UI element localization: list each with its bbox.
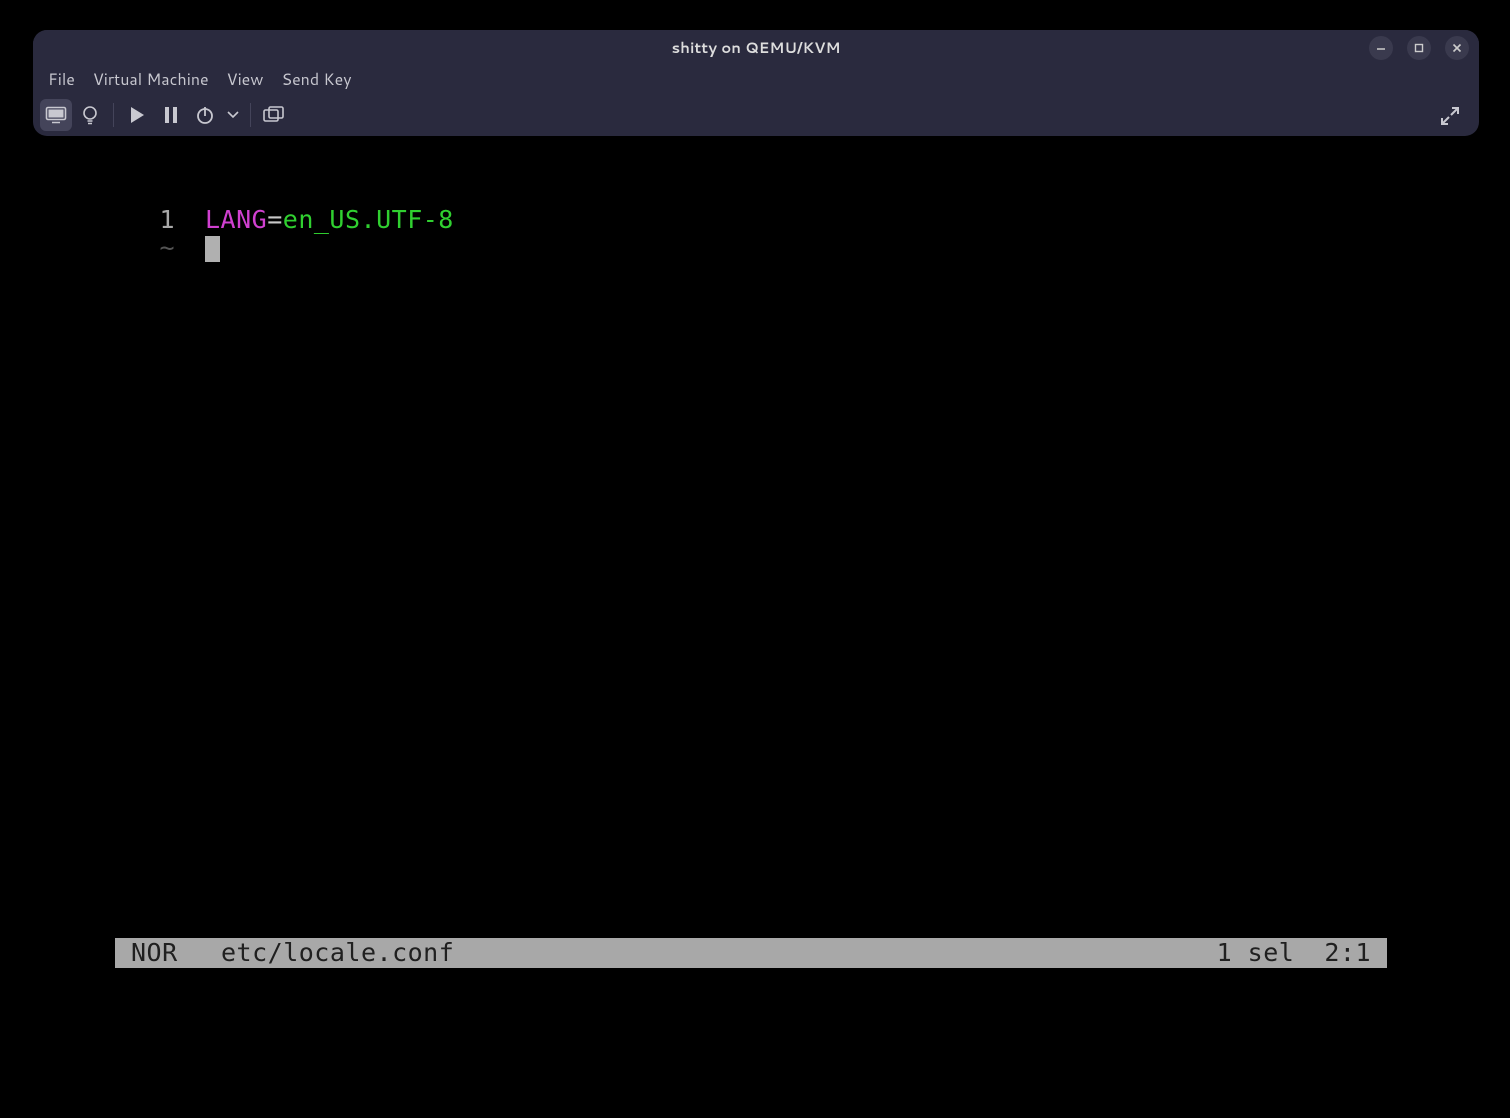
syntax-key: LANG bbox=[205, 205, 267, 234]
syntax-value: en_US.UTF-8 bbox=[283, 205, 454, 234]
status-position: 2:1 bbox=[1324, 938, 1371, 968]
toolbar-separator bbox=[250, 103, 251, 127]
chevron-down-icon bbox=[227, 111, 239, 119]
power-icon bbox=[195, 105, 215, 125]
close-button[interactable] bbox=[1445, 36, 1469, 60]
editor-empty-line: ~ bbox=[115, 234, 1387, 262]
menu-virtual-machine[interactable]: Virtual Machine bbox=[84, 64, 218, 95]
lightbulb-icon bbox=[81, 105, 99, 125]
editor-line: 1LANG=en_US.UTF-8 bbox=[115, 206, 1387, 234]
menubar: File Virtual Machine View Send Key bbox=[33, 64, 1479, 94]
cursor bbox=[205, 236, 220, 262]
monitor-icon bbox=[45, 106, 67, 124]
shutdown-menu-button[interactable] bbox=[223, 99, 243, 131]
menu-send-key[interactable]: Send Key bbox=[272, 64, 360, 95]
vm-window: shitty on QEMU/KVM File Virtual Machine … bbox=[33, 30, 1479, 136]
run-button[interactable] bbox=[121, 99, 153, 131]
pause-icon bbox=[164, 106, 178, 124]
line-number: 1 bbox=[115, 206, 205, 234]
window-controls bbox=[1369, 36, 1469, 60]
details-button[interactable] bbox=[74, 99, 106, 131]
status-selection: 1 sel bbox=[1217, 938, 1295, 968]
minimize-icon bbox=[1376, 43, 1386, 53]
statusbar: NOR etc/locale.conf 1 sel 2:1 bbox=[115, 938, 1387, 968]
fullscreen-button[interactable] bbox=[1434, 100, 1466, 132]
menu-view[interactable]: View bbox=[218, 64, 273, 95]
shutdown-button[interactable] bbox=[189, 99, 221, 131]
pause-button[interactable] bbox=[155, 99, 187, 131]
window-title: shitty on QEMU/KVM bbox=[672, 37, 841, 58]
menu-file[interactable]: File bbox=[39, 64, 84, 95]
maximize-icon bbox=[1414, 43, 1424, 53]
play-icon bbox=[129, 106, 145, 124]
toolbar-separator bbox=[113, 103, 114, 127]
fullscreen-icon bbox=[1440, 106, 1460, 126]
titlebar: shitty on QEMU/KVM bbox=[33, 30, 1479, 64]
minimize-button[interactable] bbox=[1369, 36, 1393, 60]
editor-area[interactable]: 1LANG=en_US.UTF-8 ~ bbox=[115, 206, 1387, 262]
tilde: ~ bbox=[115, 234, 205, 262]
toolbar bbox=[33, 94, 1479, 136]
maximize-button[interactable] bbox=[1407, 36, 1431, 60]
snapshots-button[interactable] bbox=[258, 99, 290, 131]
status-file: etc/locale.conf bbox=[221, 938, 454, 968]
console-button[interactable] bbox=[40, 99, 72, 131]
snapshots-icon bbox=[263, 106, 285, 124]
close-icon bbox=[1452, 43, 1462, 53]
syntax-eq: = bbox=[267, 205, 283, 234]
status-mode: NOR bbox=[131, 938, 221, 968]
